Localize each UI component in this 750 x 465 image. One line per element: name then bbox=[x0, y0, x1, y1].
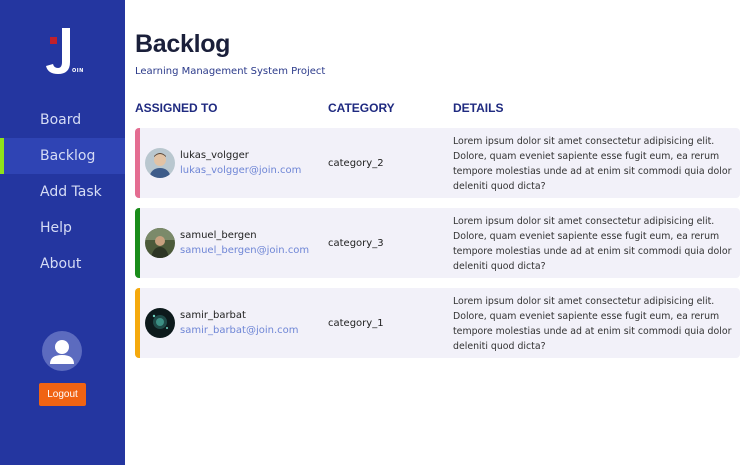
logo-red-square bbox=[50, 37, 57, 44]
sidebar-nav: Board Backlog Add Task Help About bbox=[0, 102, 125, 282]
assignee-username: samuel_bergen bbox=[180, 230, 257, 241]
sidebar: OIN Board Backlog Add Task Help About Lo… bbox=[0, 0, 125, 465]
backlog-row[interactable]: samir_barbat samir_barbat@join.com categ… bbox=[135, 288, 740, 358]
nav-item-help[interactable]: Help bbox=[0, 210, 125, 246]
join-logo[interactable]: OIN bbox=[40, 28, 86, 76]
task-category: category_3 bbox=[328, 238, 384, 249]
nav-item-board[interactable]: Board bbox=[0, 102, 125, 138]
assignee-username: samir_barbat bbox=[180, 310, 246, 321]
man-portrait-avatar-icon bbox=[145, 148, 175, 178]
task-details: Lorem ipsum dolor sit amet consectetur a… bbox=[453, 296, 732, 352]
task-details: Lorem ipsum dolor sit amet consectetur a… bbox=[453, 216, 732, 272]
row-accent-bar bbox=[135, 208, 140, 278]
project-subtitle: Learning Management System Project bbox=[135, 66, 326, 77]
column-header-category: CATEGORY bbox=[328, 101, 395, 115]
backlog-row[interactable]: samuel_bergen samuel_bergen@join.com cat… bbox=[135, 208, 740, 278]
user-avatar-icon[interactable] bbox=[42, 331, 82, 371]
j-letter-icon bbox=[46, 28, 70, 74]
task-details: Lorem ipsum dolor sit amet consectetur a… bbox=[453, 136, 732, 192]
page-title: Backlog bbox=[135, 30, 231, 58]
logout-button[interactable]: Logout bbox=[39, 383, 86, 406]
logo-text: OIN bbox=[72, 68, 84, 74]
nav-item-backlog[interactable]: Backlog bbox=[0, 138, 125, 174]
row-accent-bar bbox=[135, 128, 140, 198]
task-category: category_1 bbox=[328, 318, 384, 329]
nav-item-add-task[interactable]: Add Task bbox=[0, 174, 125, 210]
column-header-details: DETAILS bbox=[453, 101, 504, 115]
outdoor-portrait-avatar-icon bbox=[145, 228, 175, 258]
assignee-email[interactable]: lukas_volgger@join.com bbox=[180, 165, 301, 176]
task-category: category_2 bbox=[328, 158, 384, 169]
column-header-assigned-to: ASSIGNED TO bbox=[135, 101, 218, 115]
row-accent-bar bbox=[135, 288, 140, 358]
dark-portrait-avatar-icon bbox=[145, 308, 175, 338]
backlog-list: lukas_volgger lukas_volgger@join.com cat… bbox=[135, 128, 740, 368]
assignee-email[interactable]: samuel_bergen@join.com bbox=[180, 245, 309, 256]
backlog-row[interactable]: lukas_volgger lukas_volgger@join.com cat… bbox=[135, 128, 740, 198]
assignee-username: lukas_volgger bbox=[180, 150, 249, 161]
assignee-email[interactable]: samir_barbat@join.com bbox=[180, 325, 299, 336]
nav-item-about[interactable]: About bbox=[0, 246, 125, 282]
